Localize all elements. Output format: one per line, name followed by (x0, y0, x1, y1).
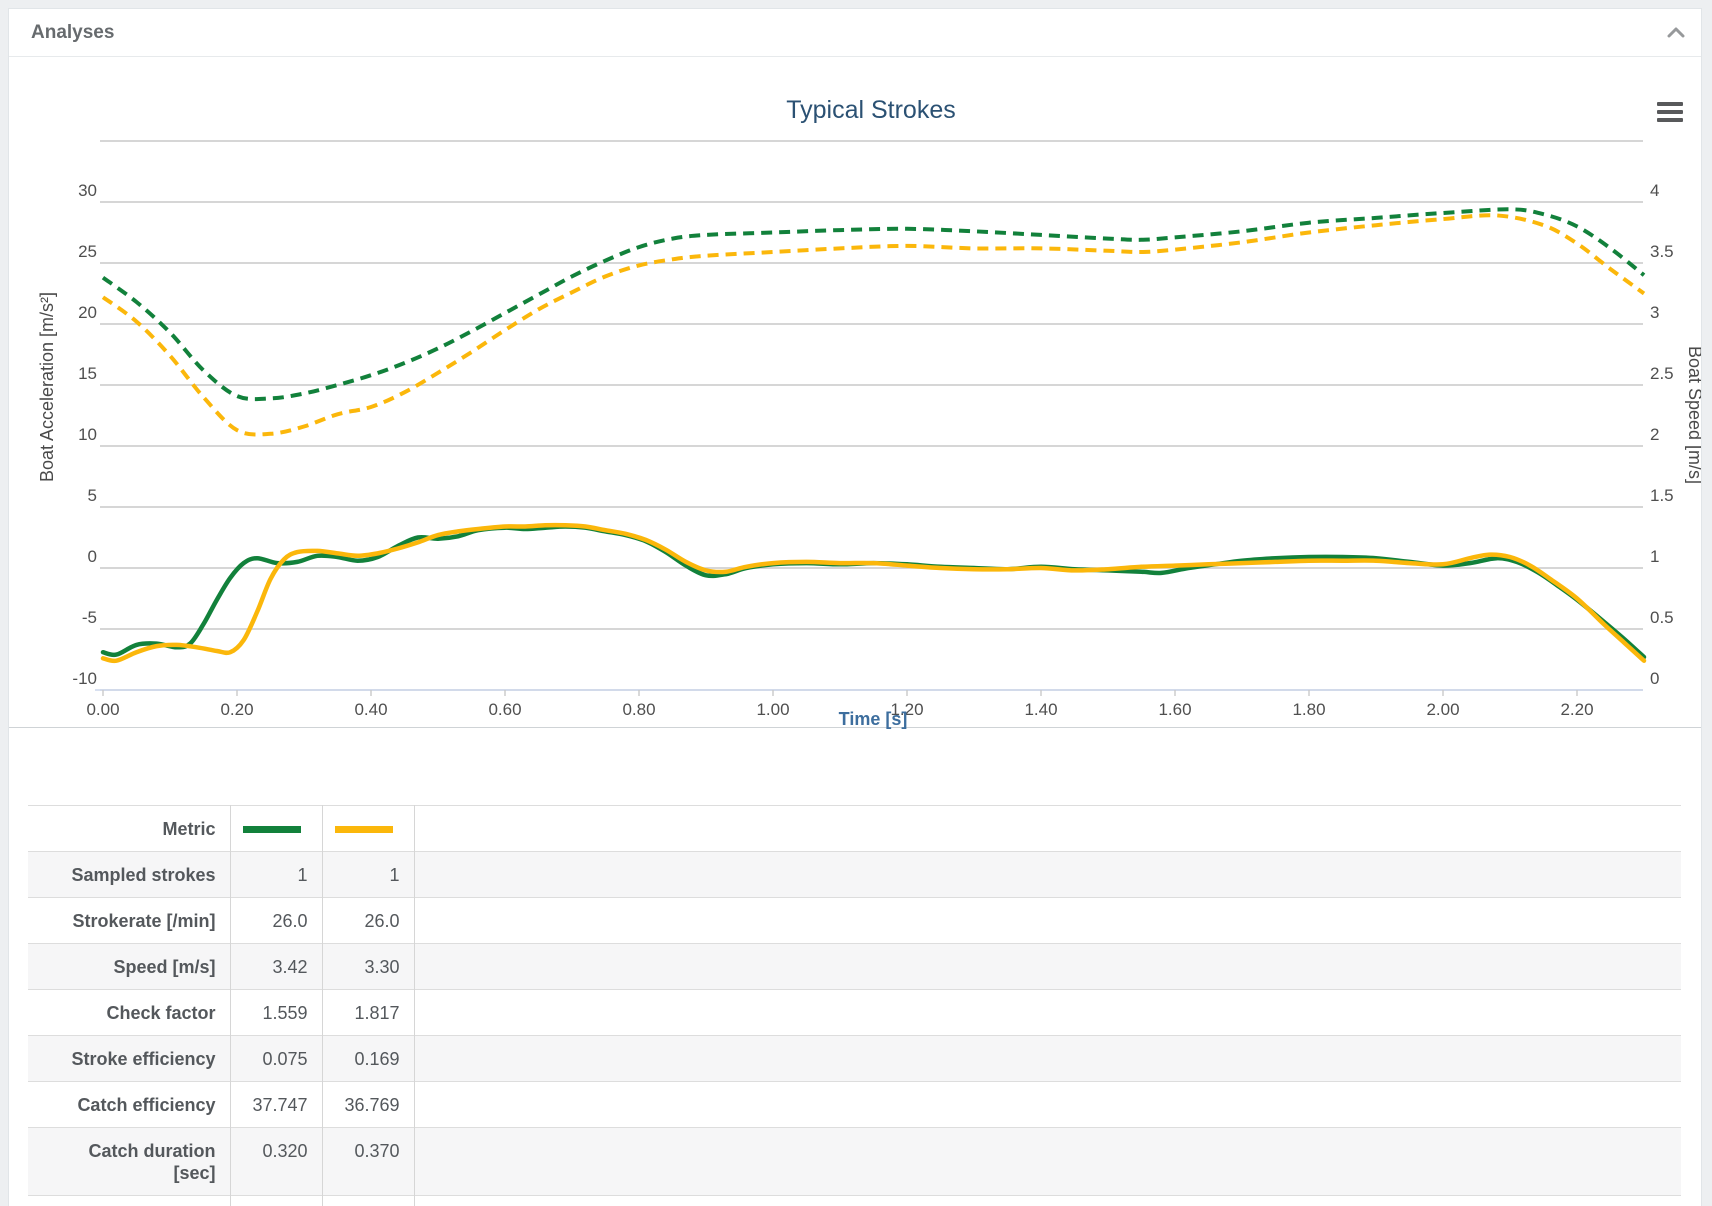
y-right-tick-label: 4 (1650, 181, 1659, 200)
x-tick-label: 1.80 (1292, 700, 1325, 719)
metric-value: 1 (230, 852, 322, 898)
panel-header: Analyses (9, 9, 1701, 57)
chart-canvas: 0.000.200.400.600.801.001.201.401.601.80… (9, 57, 1701, 737)
y-right-tick-label: 1.5 (1650, 486, 1674, 505)
metric-value: 3.30 (322, 944, 414, 990)
metric-label: Catch duration [sec] (28, 1128, 230, 1196)
x-tick-label: 0.20 (220, 700, 253, 719)
y-left-tick-label: 15 (78, 364, 97, 383)
y-left-tick-label: -10 (72, 669, 97, 688)
metric-value: 36.769 (322, 1082, 414, 1128)
x-tick-label: 0.80 (622, 700, 655, 719)
hamburger-menu-icon[interactable] (1657, 102, 1683, 122)
table-row: Catch efficiency37.74736.769 (28, 1082, 1681, 1128)
y-left-tick-label: 0 (88, 547, 97, 566)
metrics-table: Metric Sampled strokes11Strokerate [/min… (28, 805, 1681, 1206)
series-boat-acceleration-stroke-green (103, 527, 1644, 658)
y-left-tick-label: 20 (78, 303, 97, 322)
y-right-tick-label: 3 (1650, 303, 1659, 322)
metric-label: Check factor (28, 990, 230, 1036)
table-row: Sampled strokes11 (28, 852, 1681, 898)
table-row: Strokerate [/min]26.026.0 (28, 898, 1681, 944)
table-row: Catch duration [sec]0.3200.370 (28, 1128, 1681, 1196)
y-right-tick-label: 0 (1650, 669, 1659, 688)
metric-value: 1.817 (322, 990, 414, 1036)
metric-value: 1 (322, 852, 414, 898)
metric-label: Sampled strokes (28, 852, 230, 898)
metric-value: 0.320 (230, 1128, 322, 1196)
chevron-up-icon[interactable] (1667, 27, 1685, 38)
y-right-tick-label: 0.5 (1650, 608, 1674, 627)
y-left-tick-label: -5 (82, 608, 97, 627)
metric-label: Stroke efficiency (28, 1036, 230, 1082)
y-right-tick-label: 2.5 (1650, 364, 1674, 383)
metric-label: Catch efficiency (28, 1082, 230, 1128)
yellow-series-swatch (335, 826, 393, 833)
metric-header-label: Metric (28, 806, 230, 852)
metric-value: 0.075 (230, 1036, 322, 1082)
metric-value: 0.370 (322, 1128, 414, 1196)
metric-label: Speed [m/s] (28, 944, 230, 990)
metric-label: Strokerate [/min] (28, 898, 230, 944)
chart-title: Typical Strokes (786, 96, 956, 124)
y-left-tick-label: 25 (78, 242, 97, 261)
metric-value: 26.0 (322, 898, 414, 944)
x-tick-label: 2.20 (1560, 700, 1593, 719)
x-tick-label: 1.40 (1024, 700, 1057, 719)
x-tick-label: 1.00 (756, 700, 789, 719)
y-left-tick-label: 5 (88, 486, 97, 505)
y-left-axis-title: Boat Acceleration [m/s²] (37, 292, 57, 482)
y-left-tick-label: 30 (78, 181, 97, 200)
y-right-tick-label: 1 (1650, 547, 1659, 566)
legend-cell-yellow (322, 806, 414, 852)
series-boat-speed-stroke-green (103, 209, 1644, 399)
typical-strokes-chart: 0.000.200.400.600.801.001.201.401.601.80… (9, 57, 1701, 727)
y-right-tick-label: 2 (1650, 425, 1659, 444)
green-series-swatch (243, 826, 301, 833)
y-right-axis-title: Boat Speed [m/s] (1685, 346, 1701, 484)
analyses-panel: Analyses 0.000.200.400.600.801.001.201.4… (8, 8, 1702, 1206)
metric-value: 37.747 (230, 1082, 322, 1128)
series-boat-speed-stroke-yellow (103, 215, 1644, 434)
x-tick-label: 1.60 (1158, 700, 1191, 719)
series-boat-acceleration-stroke-yellow (103, 525, 1644, 661)
x-axis-title: Time [s] (839, 709, 908, 729)
metric-value: 0.169 (322, 1036, 414, 1082)
metrics-table-section: Metric Sampled strokes11Strokerate [/min… (9, 727, 1701, 1206)
legend-cell-green (230, 806, 322, 852)
y-right-tick-label: 3.5 (1650, 242, 1674, 261)
x-tick-label: 2.00 (1426, 700, 1459, 719)
table-row-cutoff (28, 1196, 1681, 1206)
x-tick-label: 0.40 (354, 700, 387, 719)
table-row: Check factor1.5591.817 (28, 990, 1681, 1036)
x-tick-label: 0.00 (86, 700, 119, 719)
metric-value: 1.559 (230, 990, 322, 1036)
x-tick-label: 0.60 (488, 700, 521, 719)
y-left-tick-label: 10 (78, 425, 97, 444)
table-row: Stroke efficiency0.0750.169 (28, 1036, 1681, 1082)
metric-value: 3.42 (230, 944, 322, 990)
panel-title: Analyses (31, 22, 114, 44)
metric-value: 26.0 (230, 898, 322, 944)
table-row: Speed [m/s]3.423.30 (28, 944, 1681, 990)
table-header-row: Metric (28, 806, 1681, 852)
